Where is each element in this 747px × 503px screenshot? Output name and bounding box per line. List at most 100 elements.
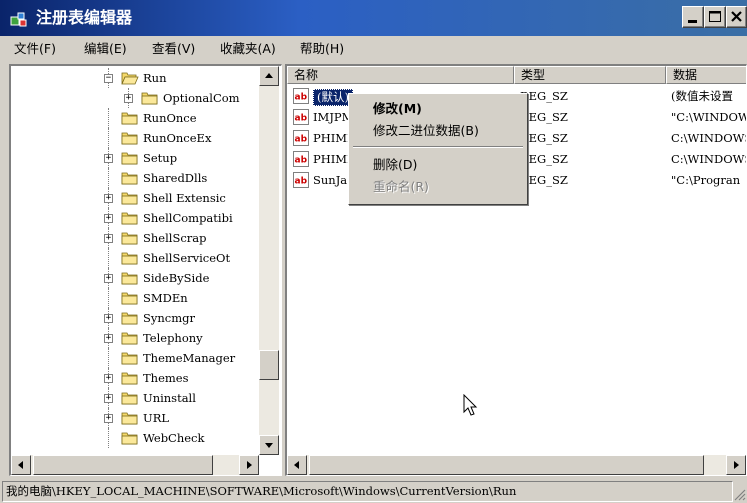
tree-item-label: RunOnce: [143, 111, 197, 125]
tree-item[interactable]: RunOnce: [11, 108, 271, 128]
expand-icon[interactable]: +: [104, 374, 113, 383]
collapse-icon[interactable]: −: [104, 74, 113, 83]
expand-icon[interactable]: +: [104, 394, 113, 403]
folder-icon: [121, 332, 138, 345]
string-value-icon: ab: [293, 172, 309, 188]
column-header-data[interactable]: 数据: [666, 66, 746, 84]
expand-icon[interactable]: +: [104, 334, 113, 343]
tree-horizontal-scrollbar[interactable]: [11, 455, 259, 475]
svg-text:ab: ab: [295, 114, 308, 124]
tree-item[interactable]: ShellServiceOt: [11, 248, 271, 268]
expand-icon[interactable]: +: [104, 154, 113, 163]
title-bar[interactable]: 注册表编辑器: [0, 0, 747, 36]
folder-icon: [141, 92, 158, 105]
tree-hscroll-thumb[interactable]: [33, 455, 213, 475]
svg-text:ab: ab: [295, 135, 308, 145]
tree-item-label: Syncmgr: [143, 311, 195, 325]
tree-scroll-thumb[interactable]: [259, 350, 279, 380]
close-button[interactable]: [726, 6, 747, 28]
tree-item[interactable]: ThemeManager: [11, 348, 271, 368]
close-icon: [731, 11, 742, 22]
tree-item-label: Uninstall: [143, 391, 196, 405]
tree-item[interactable]: + URL: [11, 408, 271, 428]
menu-item-rename: 重命名(R): [373, 179, 429, 194]
tree-guide-line: [108, 288, 110, 308]
tree-item[interactable]: + Telephony: [11, 328, 271, 348]
tree-item[interactable]: − Run: [11, 68, 271, 88]
tree-item[interactable]: + ShellCompatibi: [11, 208, 271, 228]
folder-icon: [121, 112, 138, 125]
value-data: C:\WINDOWS': [671, 152, 746, 166]
svg-text:ab: ab: [295, 177, 308, 187]
maximize-icon: [709, 11, 721, 22]
resize-grip-icon[interactable]: [733, 488, 746, 501]
maximize-button[interactable]: [704, 6, 726, 28]
tree-item[interactable]: + Themes: [11, 368, 271, 388]
expand-icon[interactable]: +: [104, 414, 113, 423]
expand-icon[interactable]: +: [104, 194, 113, 203]
minimize-icon: [688, 20, 697, 23]
tree-item[interactable]: + Uninstall: [11, 388, 271, 408]
tree-item-label: Run: [143, 71, 167, 85]
menu-item-delete[interactable]: 删除(D): [373, 156, 417, 174]
arrow-left-icon: [294, 461, 299, 469]
tree-scroll-up-button[interactable]: [259, 66, 279, 86]
value-name: (默认): [313, 89, 353, 106]
tree-item[interactable]: SMDEn: [11, 288, 271, 308]
tree-item-label: ShellScrap: [143, 231, 207, 245]
tree-scroll-right-button[interactable]: [239, 455, 259, 475]
tree-guide-line: [108, 128, 110, 148]
value-data: "C:\WINDOWS: [671, 110, 746, 124]
tree-item[interactable]: RunOnceEx: [11, 128, 271, 148]
tree-item-label: SharedDlls: [143, 171, 208, 185]
folder-icon: [121, 192, 138, 205]
registry-tree[interactable]: − Run + OptionalCom RunOnce RunOnceEx + Setup Sh…: [9, 64, 282, 476]
window-title: 注册表编辑器: [36, 8, 133, 27]
folder-icon: [121, 292, 138, 305]
expand-icon[interactable]: +: [124, 94, 133, 103]
tree-scroll-down-button[interactable]: [259, 435, 279, 455]
tree-scroll-left-button[interactable]: [11, 455, 31, 475]
string-value-icon: ab: [293, 151, 309, 167]
tree-guide-line: [108, 168, 110, 188]
expand-icon[interactable]: +: [104, 234, 113, 243]
string-value-icon: ab: [293, 88, 309, 104]
folder-icon: [121, 352, 138, 365]
tree-item[interactable]: + OptionalCom: [11, 88, 271, 108]
menu-view[interactable]: 查看(V): [152, 40, 195, 58]
menu-bar: 文件(F) 编辑(E) 查看(V) 收藏夹(A) 帮助(H): [0, 38, 747, 60]
menu-favorites[interactable]: 收藏夹(A): [220, 40, 276, 58]
list-horizontal-scrollbar[interactable]: [287, 455, 746, 475]
expand-icon[interactable]: +: [104, 314, 113, 323]
tree-item-label: OptionalCom: [163, 91, 240, 105]
menu-file[interactable]: 文件(F): [14, 40, 56, 58]
expand-icon[interactable]: +: [104, 214, 113, 223]
column-header-name[interactable]: 名称: [287, 66, 514, 84]
menu-help[interactable]: 帮助(H): [300, 40, 344, 58]
svg-text:ab: ab: [295, 93, 308, 103]
list-scroll-left-button[interactable]: [287, 455, 307, 475]
tree-item[interactable]: WebCheck: [11, 428, 271, 448]
arrow-down-icon: [265, 443, 273, 448]
tree-item[interactable]: + ShellScrap: [11, 228, 271, 248]
menu-item-modify[interactable]: 修改(M): [373, 100, 422, 118]
menu-item-modify-binary[interactable]: 修改二进位数据(B): [373, 122, 479, 140]
list-scroll-right-button[interactable]: [726, 455, 746, 475]
tree-item-label: SideBySide: [143, 271, 210, 285]
tree-item[interactable]: SharedDlls: [11, 168, 271, 188]
tree-item[interactable]: + Shell Extensic: [11, 188, 271, 208]
menu-edit[interactable]: 编辑(E): [84, 40, 127, 58]
tree-item[interactable]: + Syncmgr: [11, 308, 271, 328]
tree-item[interactable]: + Setup: [11, 148, 271, 168]
tree-item-label: ThemeManager: [143, 351, 236, 365]
tree-item-label: Telephony: [143, 331, 203, 345]
minimize-button[interactable]: [682, 6, 704, 28]
value-name: SunJa: [313, 173, 348, 187]
list-hscroll-thumb[interactable]: [309, 455, 704, 475]
tree-item[interactable]: + SideBySide: [11, 268, 271, 288]
tree-vertical-scrollbar[interactable]: [259, 66, 279, 455]
column-header-type[interactable]: 类型: [514, 66, 666, 84]
expand-icon[interactable]: +: [104, 274, 113, 283]
tree-item-label: Shell Extensic: [143, 191, 226, 205]
tree-guide-line: [108, 428, 110, 448]
